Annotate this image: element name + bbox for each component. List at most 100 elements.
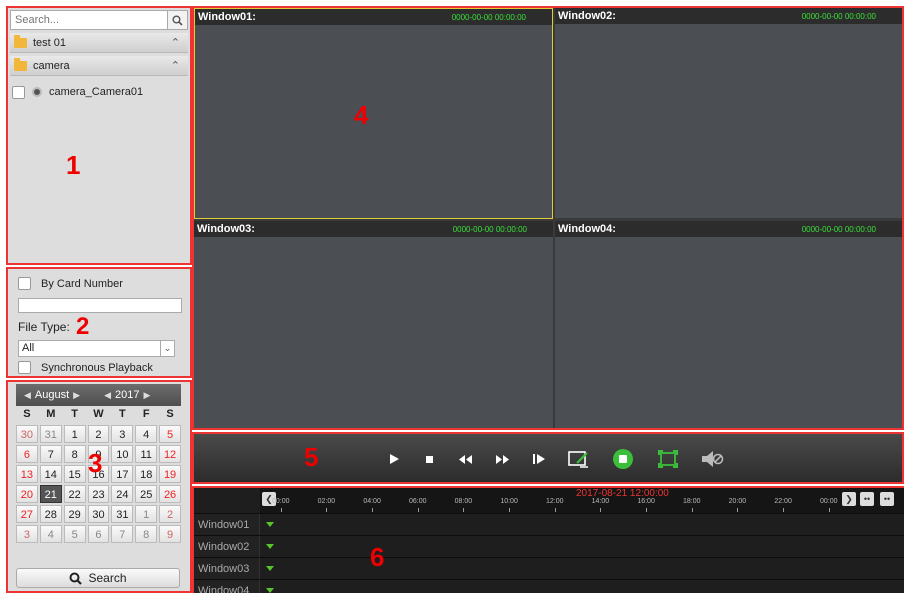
calendar-day[interactable]: 31	[39, 425, 62, 443]
timeline-row[interactable]: Window03	[194, 557, 904, 580]
calendar-day[interactable]: 30	[16, 425, 38, 443]
timeline-tick: 22:00	[774, 498, 792, 512]
group-label: test 01	[33, 36, 67, 49]
weekday-header: F	[142, 408, 150, 420]
annotation-marker-1: 1	[66, 150, 81, 180]
timeline-ruler[interactable]: ❮ 00:00 02:00 04:00 06:00 08:00 10:00 12:00 14:…	[260, 488, 904, 514]
calendar-day[interactable]: 4	[135, 425, 158, 443]
calendar-day[interactable]: 20	[16, 485, 38, 503]
window-timestamp: 0000-00-00 00:00:00	[801, 224, 876, 234]
clip-icon[interactable]	[568, 448, 590, 470]
zoom-in-icon[interactable]: ••	[860, 492, 874, 506]
search-icon[interactable]	[167, 11, 187, 29]
chevron-up-icon[interactable]: ⌃	[171, 36, 180, 49]
video-grid: Window01: 0000-00-00 00:00:00 Window02: …	[192, 6, 904, 430]
calendar-day[interactable]: 11	[135, 445, 158, 463]
fast-forward-icon[interactable]	[495, 450, 509, 468]
rewind-icon[interactable]	[458, 450, 472, 468]
next-year-icon[interactable]: ▶	[144, 390, 151, 401]
annotation-marker-5: 5	[304, 442, 319, 472]
prev-year-icon[interactable]: ◀	[104, 390, 111, 401]
calendar-day-selected[interactable]: 21	[39, 485, 62, 503]
by-card-number-option[interactable]: By Card Number	[18, 277, 123, 290]
calendar-day[interactable]: 3	[111, 425, 134, 443]
timeline-row-label: Window02	[194, 536, 260, 558]
calendar-day[interactable]: 30	[87, 505, 110, 523]
timeline-row-label: Window04	[194, 580, 260, 593]
calendar-day[interactable]: 5	[159, 425, 181, 443]
zoom-out-icon[interactable]: ••	[880, 492, 894, 506]
video-window-3[interactable]: Window03: 0000-00-00 00:00:00	[194, 221, 553, 428]
timeline-marker-icon	[266, 544, 274, 549]
audio-mute-icon[interactable]	[700, 448, 724, 470]
timeline-row[interactable]: Window01	[194, 513, 904, 536]
sync-playback-option[interactable]: Synchronous Playback	[18, 361, 153, 374]
record-stop-icon[interactable]	[612, 447, 634, 471]
timeline-tick: 18:00	[683, 498, 701, 512]
calendar-day[interactable]: 22	[63, 485, 86, 503]
by-card-number-label: By Card Number	[41, 277, 123, 290]
calendar-day[interactable]: 26	[159, 485, 181, 503]
prev-month-icon[interactable]: ◀	[24, 390, 31, 401]
calendar-header: ◀ August ▶ ◀ 2017 ▶	[16, 384, 181, 406]
video-window-4[interactable]: Window04: 0000-00-00 00:00:00	[555, 221, 902, 428]
calendar-day[interactable]: 19	[159, 465, 181, 483]
calendar-day[interactable]: 3	[16, 525, 38, 543]
timeline-row[interactable]: Window04	[194, 579, 904, 593]
timeline-tick: 04:00	[363, 498, 381, 512]
calendar-day[interactable]: 2	[159, 505, 181, 523]
file-type-select[interactable]: All ⌄	[18, 340, 175, 357]
single-frame-icon[interactable]	[532, 450, 546, 468]
calendar-day[interactable]: 9	[159, 525, 181, 543]
calendar-day[interactable]: 14	[39, 465, 62, 483]
card-number-input[interactable]	[18, 298, 182, 313]
calendar-day[interactable]: 8	[63, 445, 86, 463]
calendar-day[interactable]: 15	[63, 465, 86, 483]
calendar-day[interactable]: 10	[111, 445, 134, 463]
calendar-day[interactable]: 4	[39, 525, 62, 543]
calendar-day[interactable]: 25	[135, 485, 158, 503]
calendar-day[interactable]: 13	[16, 465, 38, 483]
next-month-icon[interactable]: ▶	[73, 390, 80, 401]
fullscreen-icon[interactable]	[658, 448, 678, 470]
calendar-day[interactable]: 1	[135, 505, 158, 523]
calendar-day[interactable]: 31	[111, 505, 134, 523]
timeline-tick: 08:00	[454, 498, 473, 512]
timeline-marker-icon	[266, 588, 274, 593]
search-button-label: Search	[88, 571, 127, 585]
calendar-day[interactable]: 29	[63, 505, 86, 523]
calendar-day[interactable]: 27	[16, 505, 38, 523]
calendar-day[interactable]: 12	[159, 445, 181, 463]
calendar-day[interactable]: 7	[111, 525, 134, 543]
calendar-day[interactable]: 5	[63, 525, 86, 543]
sync-playback-checkbox[interactable]	[18, 361, 31, 374]
timeline-tick: 06:00	[409, 498, 427, 512]
camera-search-input[interactable]	[11, 11, 167, 29]
calendar-day[interactable]: 2	[87, 425, 110, 443]
timeline-next-icon[interactable]: ❯	[842, 492, 856, 506]
play-icon[interactable]	[388, 450, 400, 468]
group-row-camera[interactable]: camera ⌃	[10, 56, 188, 76]
timeline-row[interactable]: Window02	[194, 535, 904, 558]
calendar-day[interactable]: 18	[135, 465, 158, 483]
group-row-test01[interactable]: test 01 ⌃	[10, 33, 188, 53]
calendar-day[interactable]: 23	[87, 485, 110, 503]
window-title: Window01:	[198, 11, 256, 23]
camera-item[interactable]: camera_Camera01	[12, 84, 143, 100]
calendar-day[interactable]: 1	[63, 425, 86, 443]
camera-checkbox[interactable]	[12, 85, 25, 99]
chevron-up-icon[interactable]: ⌃	[171, 59, 180, 72]
video-window-2[interactable]: Window02: 0000-00-00 00:00:00	[555, 8, 902, 218]
calendar-day[interactable]: 6	[16, 445, 38, 463]
calendar-day[interactable]: 6	[87, 525, 110, 543]
chevron-down-icon[interactable]: ⌄	[160, 341, 174, 356]
calendar-day[interactable]: 17	[111, 465, 134, 483]
stop-icon[interactable]	[424, 450, 434, 468]
search-button[interactable]: Search	[16, 568, 180, 588]
by-card-number-checkbox[interactable]	[18, 277, 31, 290]
calendar-day[interactable]: 8	[135, 525, 158, 543]
calendar-day[interactable]: 28	[39, 505, 62, 523]
video-window-1[interactable]: Window01: 0000-00-00 00:00:00	[194, 8, 553, 219]
calendar-day[interactable]: 7	[39, 445, 62, 463]
calendar-day[interactable]: 24	[111, 485, 134, 503]
